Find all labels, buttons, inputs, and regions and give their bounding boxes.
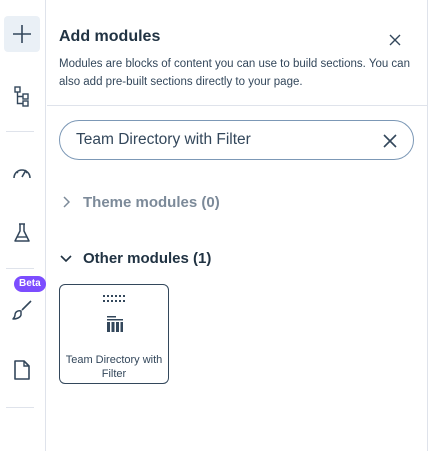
close-icon <box>389 34 401 46</box>
close-button[interactable] <box>385 30 405 50</box>
tree-structure-icon <box>14 86 29 107</box>
clear-search-button[interactable] <box>381 132 399 150</box>
panel-header: Add modules Modules are blocks of conten… <box>47 0 428 106</box>
search-value: Team Directory with Filter <box>76 131 251 148</box>
editor-frame: Beta Add modules Modules are blocks of c… <box>0 0 432 451</box>
panel-title: Add modules <box>59 28 161 45</box>
section-theme-modules[interactable]: Theme modules (0) <box>59 190 220 214</box>
page-settings-button[interactable] <box>4 352 40 388</box>
add-modules-button[interactable] <box>4 16 40 52</box>
add-modules-panel: Add modules Modules are blocks of conten… <box>47 0 432 451</box>
panel-description: Modules are blocks of content you can us… <box>59 58 410 88</box>
paintbrush-icon <box>12 300 32 320</box>
close-icon <box>383 134 397 148</box>
module-card[interactable]: Team Directory with Filter <box>59 284 169 384</box>
page-icon <box>14 360 30 380</box>
module-label: Team Directory with Filter <box>65 354 163 380</box>
editor-sidebar-rail: Beta <box>0 0 46 451</box>
section-label: Theme modules (0) <box>83 193 220 211</box>
optimize-button[interactable] <box>4 154 40 190</box>
gauge-icon <box>13 169 31 179</box>
drag-handle-icon <box>103 295 125 302</box>
table-grid-icon <box>107 316 123 332</box>
section-other-modules[interactable]: Other modules (1) <box>59 246 211 270</box>
chevron-down-icon <box>59 251 73 265</box>
module-search-input[interactable]: Team Directory with Filter <box>59 120 414 160</box>
chevron-right-icon <box>59 195 73 209</box>
rail-divider <box>6 131 34 132</box>
flask-icon <box>14 223 30 242</box>
layers-button[interactable] <box>4 78 40 114</box>
test-button[interactable] <box>4 215 40 251</box>
section-label: Other modules (1) <box>83 249 212 267</box>
design-button[interactable] <box>4 292 40 328</box>
beta-badge: Beta <box>14 276 46 292</box>
rail-divider <box>6 268 34 269</box>
plus-icon <box>13 25 31 43</box>
rail-divider <box>6 407 34 408</box>
